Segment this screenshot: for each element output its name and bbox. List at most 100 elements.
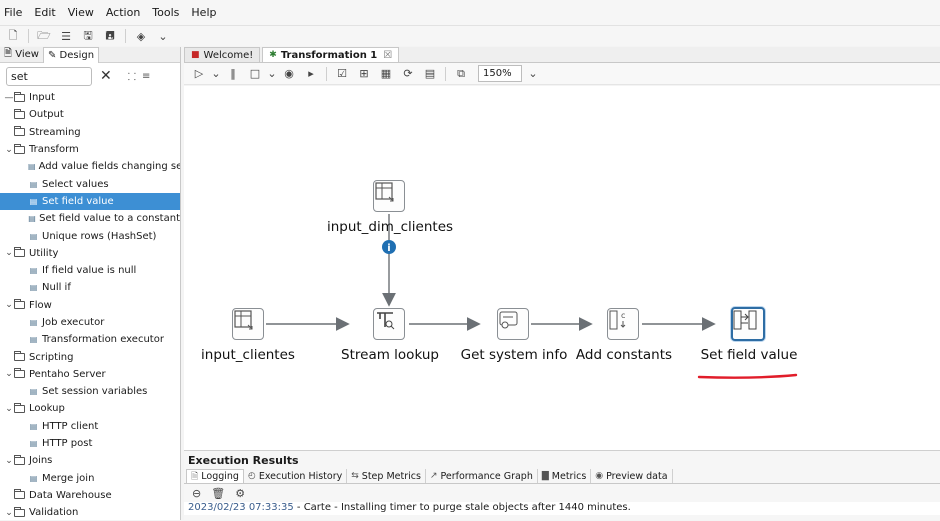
tree-step-item[interactable]: ▤ Select values	[0, 175, 180, 192]
log-timestamp: 2023/02/23 07:33:35	[188, 502, 294, 513]
tree-toggle-icon[interactable]: ⌄	[4, 248, 14, 258]
tree-category[interactable]: — Input	[0, 89, 180, 106]
tree-step-item[interactable]: ▤ Set field value to a constant	[0, 210, 180, 227]
log-settings-icon[interactable]: ⚙	[235, 487, 245, 500]
tab-welcome[interactable]: ■ Welcome!	[184, 47, 261, 62]
tree-step-item[interactable]: ▤ Null if	[0, 279, 180, 296]
new-file-icon[interactable]: 🗋	[2, 27, 24, 45]
tree-step-item[interactable]: ▤ HTTP client	[0, 418, 180, 435]
run-options-chevron-icon[interactable]: ⌄	[210, 65, 222, 83]
tab-preview-data-label: Preview data	[606, 470, 668, 482]
folder-icon	[14, 402, 25, 413]
expand-tree-icon[interactable]: ⸬	[128, 69, 136, 83]
tree-step-item[interactable]: ▤ Transformation executor	[0, 331, 180, 348]
tree-item-label: Select values	[42, 178, 109, 190]
menu-help[interactable]: Help	[191, 6, 216, 19]
stop-options-chevron-icon[interactable]: ⌄	[266, 65, 278, 83]
tree-step-item[interactable]: ▤ If field value is null	[0, 262, 180, 279]
tab-design[interactable]: ✎ Design	[42, 46, 100, 63]
save-as-icon[interactable]: 🖪	[99, 27, 121, 45]
tree-toggle-icon[interactable]: ⌄	[4, 300, 14, 310]
tree-category[interactable]: ⌄ Lookup	[0, 400, 180, 417]
tree-category[interactable]: ⌄ Validation	[0, 504, 180, 521]
menu-edit[interactable]: Edit	[34, 6, 55, 19]
tree-item-label: HTTP client	[42, 420, 99, 432]
menu-tools[interactable]: Tools	[152, 6, 179, 19]
tab-step-metrics[interactable]: ⇆ Step Metrics	[347, 469, 426, 483]
tab-transformation[interactable]: ✱ Transformation 1 ☒	[262, 47, 400, 62]
stop-icon[interactable]: □	[244, 65, 266, 83]
tree-step-item[interactable]: ▤ Set field value	[0, 192, 180, 211]
tree-category[interactable]: ⌄ Pentaho Server	[0, 366, 180, 383]
tab-step-metrics-label: Step Metrics	[361, 470, 421, 482]
tab-preview-data[interactable]: ◉ Preview data	[591, 469, 673, 483]
tree-step-item[interactable]: ▤ Unique rows (HashSet)	[0, 227, 180, 244]
tree-toggle-icon[interactable]: ⌄	[4, 145, 14, 155]
sql-icon[interactable]: ▦	[375, 65, 397, 83]
tab-execution-history[interactable]: ◴ Execution History	[244, 469, 348, 483]
tree-category[interactable]: ⌄ Transform	[0, 141, 180, 158]
step-input-clientes[interactable]	[232, 308, 264, 340]
tree-category[interactable]: Output	[0, 106, 180, 123]
tree-category[interactable]: Data Warehouse	[0, 487, 180, 504]
tree-step-item[interactable]: ▤ HTTP post	[0, 435, 180, 452]
step-label-input-clientes: input_clientes	[201, 347, 295, 363]
fit-canvas-icon[interactable]: ⧉	[450, 65, 472, 83]
explore-repository-icon[interactable]: ☰	[55, 27, 77, 45]
get-sql-icon[interactable]: ▤	[419, 65, 441, 83]
menu-view[interactable]: View	[68, 6, 94, 19]
step-set-field-value[interactable]	[731, 307, 765, 341]
close-tab-icon[interactable]: ☒	[383, 50, 392, 61]
clear-log-icon[interactable]: ⊖	[192, 487, 201, 500]
step-input-dim-clientes[interactable]	[373, 180, 405, 212]
delete-icon[interactable]: 🗑	[211, 487, 225, 500]
zoom-select[interactable]: 150%	[478, 65, 522, 82]
tree-category[interactable]: Scripting	[0, 348, 180, 365]
chevron-down-icon[interactable]: ⌄	[152, 27, 174, 45]
clear-search-icon[interactable]: ✕	[100, 68, 112, 84]
step-add-constants[interactable]: c	[607, 308, 639, 340]
tab-metrics[interactable]: ▇ Metrics	[538, 469, 592, 483]
tree-category[interactable]: ⌄ Utility	[0, 245, 180, 262]
tree-toggle-icon[interactable]: ⌄	[4, 456, 14, 466]
check-icon[interactable]: ☑	[331, 65, 353, 83]
tree-category[interactable]: ⌄ Flow	[0, 297, 180, 314]
canvas-toolbar: ▷ ⌄ ‖ □ ⌄ ◉ ▸ ☑ ⊞ ▦ ⟳ ▤ ⧉ 150% ⌄	[184, 63, 940, 85]
impact-icon[interactable]: ⊞	[353, 65, 375, 83]
tab-design-label: Design	[59, 49, 95, 61]
tree-toggle-icon[interactable]: ⌄	[4, 369, 14, 379]
tab-view[interactable]: 🗎 View	[0, 47, 43, 63]
search-input[interactable]: set	[6, 66, 92, 86]
layers-icon[interactable]: ◈	[130, 27, 152, 45]
tree-category[interactable]: ⌄ Joins	[0, 452, 180, 469]
collapse-tree-icon[interactable]: ≡	[142, 71, 150, 82]
run-icon[interactable]: ▷	[188, 65, 210, 83]
tree-step-item[interactable]: ▤ Add value fields changing sequ	[0, 158, 180, 175]
menu-action[interactable]: Action	[106, 6, 140, 19]
save-icon[interactable]: 🖫	[77, 27, 99, 45]
tab-performance-graph[interactable]: ↗ Performance Graph	[426, 469, 538, 483]
tab-logging[interactable]: 🗎 Logging	[186, 469, 244, 483]
debug-icon[interactable]: ▸	[300, 65, 322, 83]
zoom-chevron-down-icon[interactable]: ⌄	[522, 65, 544, 83]
tree-step-item[interactable]: ▤ Job executor	[0, 314, 180, 331]
tree-toggle-icon[interactable]: ⌄	[4, 508, 14, 518]
tree-toggle-icon[interactable]: ⌄	[4, 404, 14, 414]
log-message: - Carte - Installing timer to purge stal…	[293, 502, 631, 513]
pause-icon[interactable]: ‖	[222, 65, 244, 83]
menu-file[interactable]: File	[4, 6, 22, 19]
step-get-system-info[interactable]	[497, 308, 529, 340]
transformation-canvas[interactable]: i input_dim_clientes input_clientes Stre…	[184, 86, 940, 450]
step-icon: ▤	[29, 473, 38, 483]
preview-data-icon: ◉	[595, 471, 604, 481]
explore-db-icon[interactable]: ⟳	[397, 65, 419, 83]
step-stream-lookup[interactable]	[373, 308, 405, 340]
tree-step-item[interactable]: ▤ Merge join	[0, 470, 180, 487]
preview-icon[interactable]: ◉	[278, 65, 300, 83]
tree-item-label: Output	[29, 109, 64, 121]
tree-toggle-icon[interactable]: —	[4, 93, 14, 103]
open-file-icon[interactable]: 🗁	[33, 27, 55, 45]
tree-step-item[interactable]: ▤ Set session variables	[0, 383, 180, 400]
folder-icon	[14, 247, 25, 258]
tree-category[interactable]: Streaming	[0, 124, 180, 141]
